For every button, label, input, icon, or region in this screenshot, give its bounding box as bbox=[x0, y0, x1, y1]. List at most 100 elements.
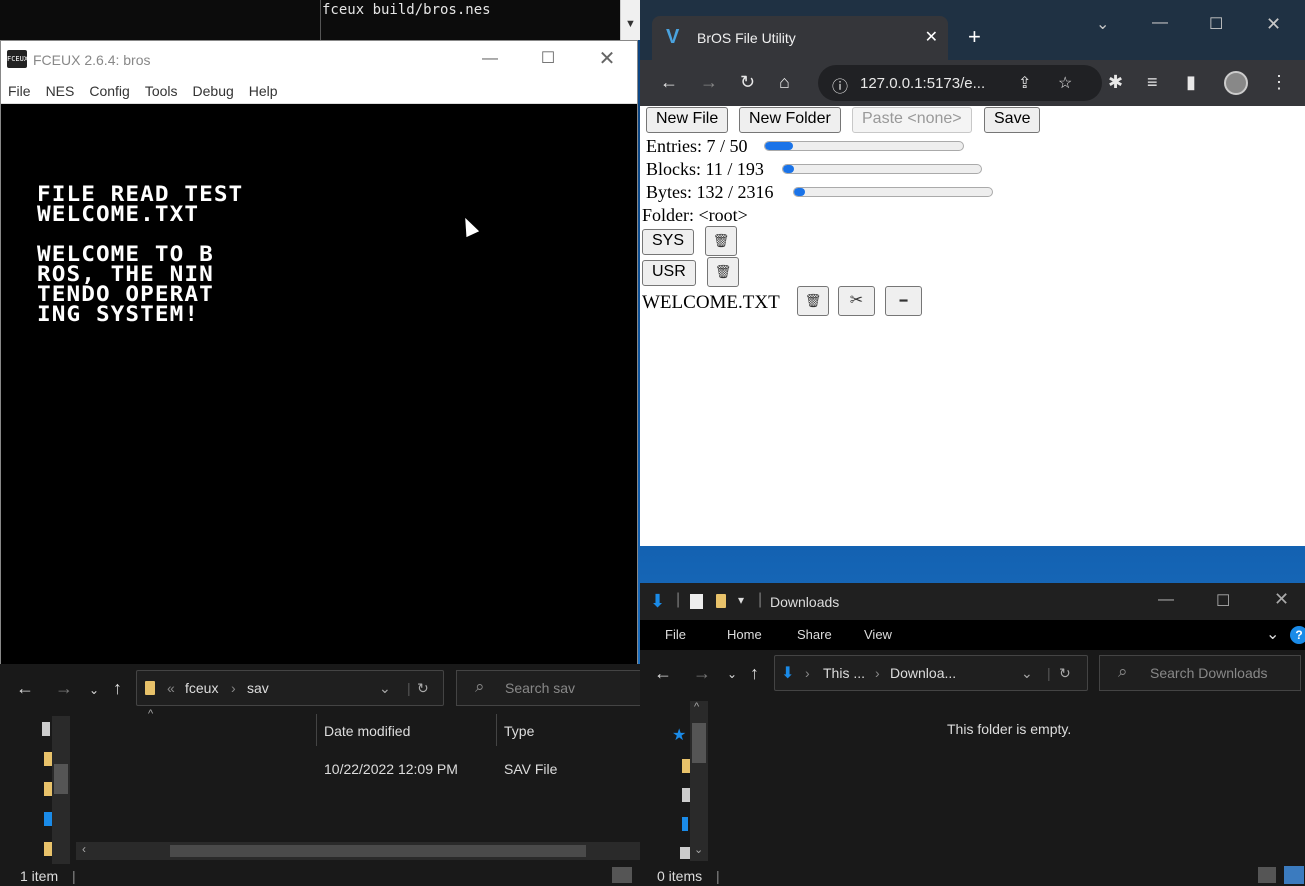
up-arrow-icon[interactable]: ↑ bbox=[113, 678, 122, 699]
horizontal-scrollbar[interactable]: ‹ bbox=[76, 842, 640, 860]
menu-nes[interactable]: NES bbox=[39, 78, 83, 103]
close-icon[interactable]: ✕ bbox=[578, 41, 636, 77]
url-text[interactable]: 127.0.0.1:5173/e... bbox=[860, 75, 985, 92]
scroll-thumb[interactable] bbox=[54, 764, 68, 794]
close-icon[interactable]: ✕ bbox=[1274, 589, 1289, 610]
ribbon-tab-view[interactable]: View bbox=[864, 627, 892, 642]
large-icons-view-icon[interactable] bbox=[1284, 866, 1304, 884]
scroll-down-icon[interactable]: ⌄ bbox=[694, 843, 703, 856]
search-input[interactable]: ⌕ Search Downloads bbox=[1099, 655, 1301, 691]
ribbon-tab-share[interactable]: Share bbox=[797, 627, 832, 642]
delete-sys-trash-icon[interactable]: 🗑 bbox=[705, 226, 737, 256]
ribbon-tab-file[interactable]: File bbox=[665, 627, 686, 642]
maximize-icon[interactable]: ☐ bbox=[1209, 14, 1223, 34]
minimize-icon[interactable]: — bbox=[1152, 14, 1168, 32]
menu-help[interactable]: Help bbox=[242, 78, 286, 103]
forward-arrow-icon[interactable]: → bbox=[700, 72, 718, 93]
minimize-icon[interactable]: — bbox=[1158, 591, 1174, 609]
search-input[interactable]: ⌕ Search sav bbox=[456, 670, 646, 706]
scroll-thumb[interactable] bbox=[692, 723, 706, 763]
fceux-window[interactable]: FCEUX FCEUX 2.6.4: bros — ☐ ✕ File NES C… bbox=[0, 40, 638, 664]
breadcrumb-overflow-icon[interactable]: « bbox=[167, 680, 175, 696]
folder-sys-button[interactable]: SYS bbox=[642, 229, 695, 255]
paste-button[interactable]: Paste <none> bbox=[852, 107, 972, 133]
menu-kebab-icon[interactable]: ⋮ bbox=[1270, 72, 1288, 93]
details-view-icon[interactable] bbox=[1258, 867, 1276, 883]
breadcrumb-this-pc[interactable]: This ... bbox=[823, 665, 865, 681]
bookmark-star-icon[interactable]: ☆ bbox=[1058, 73, 1072, 93]
folder-usr-button[interactable]: USR bbox=[642, 260, 696, 286]
side-panel-icon[interactable]: ▮ bbox=[1186, 72, 1196, 93]
ribbon-tab-home[interactable]: Home bbox=[727, 627, 762, 642]
cut-scissors-icon[interactable]: ✂ bbox=[838, 286, 875, 316]
omnibox[interactable]: ⓘ 127.0.0.1:5173/e... ⇪ ☆ bbox=[818, 65, 1102, 101]
new-folder-icon[interactable] bbox=[716, 594, 726, 608]
quick-access-dropdown-icon[interactable]: ▾ bbox=[738, 593, 744, 607]
close-icon[interactable]: ✕ bbox=[1266, 14, 1281, 35]
reload-icon[interactable]: ↻ bbox=[740, 72, 755, 93]
refresh-icon[interactable]: ↻ bbox=[417, 680, 429, 697]
scroll-up-icon[interactable]: ^ bbox=[694, 701, 699, 713]
media-controls-icon[interactable]: ≡ bbox=[1147, 72, 1158, 93]
site-info-icon[interactable]: ⓘ bbox=[832, 73, 848, 97]
chrome-window[interactable]: V BrOS File Utility ✕ + ⌄ — ☐ ✕ ← → ↻ ⌂ … bbox=[640, 0, 1305, 546]
properties-icon[interactable] bbox=[690, 594, 703, 609]
up-arrow-icon[interactable]: ↑ bbox=[750, 663, 759, 684]
fceux-titlebar[interactable]: FCEUX FCEUX 2.6.4: bros — ☐ ✕ bbox=[1, 41, 637, 78]
delete-usr-trash-icon[interactable]: 🗑 bbox=[707, 257, 739, 287]
chevron-down-icon[interactable]: ⌄ bbox=[1021, 665, 1033, 682]
column-separator[interactable] bbox=[496, 714, 497, 746]
maximize-icon[interactable]: ☐ bbox=[519, 41, 577, 77]
nav-pane-scrollbar[interactable] bbox=[52, 716, 70, 864]
row-type[interactable]: SAV File bbox=[504, 761, 557, 777]
scroll-left-icon[interactable]: ‹ bbox=[82, 842, 86, 856]
back-arrow-icon[interactable]: ← bbox=[660, 72, 678, 93]
scroll-thumb[interactable] bbox=[170, 845, 586, 857]
maximize-icon[interactable]: ☐ bbox=[1216, 591, 1230, 611]
share-icon[interactable]: ⇪ bbox=[1018, 73, 1031, 93]
breadcrumb-downloads[interactable]: Downloa... bbox=[890, 665, 956, 681]
home-icon[interactable]: ⌂ bbox=[779, 72, 790, 93]
column-header-type[interactable]: Type bbox=[504, 723, 534, 739]
recent-locations-icon[interactable]: ⌄ bbox=[89, 683, 99, 697]
terminal-window[interactable]: fceux build/bros.nes ▼ bbox=[0, 0, 640, 40]
terminal-scrollbar[interactable]: ▼ bbox=[620, 0, 640, 40]
address-bar[interactable]: ⬇ › This ... › Downloa... ⌄ | ↻ bbox=[774, 655, 1088, 691]
extensions-icon[interactable]: ✱ bbox=[1108, 72, 1123, 93]
menu-debug[interactable]: Debug bbox=[186, 78, 242, 103]
profile-avatar[interactable] bbox=[1224, 71, 1248, 95]
address-bar[interactable]: « fceux › sav ⌄ | ↻ bbox=[136, 670, 444, 706]
row-date[interactable]: 10/22/2022 12:09 PM bbox=[324, 761, 458, 777]
scroll-down-icon[interactable]: ▼ bbox=[625, 18, 636, 30]
nav-pane-scrollbar[interactable]: ^ ⌄ bbox=[690, 701, 708, 861]
recent-locations-icon[interactable]: ⌄ bbox=[727, 667, 737, 681]
help-icon[interactable]: ? bbox=[1290, 626, 1305, 644]
expand-ribbon-icon[interactable]: ⌄ bbox=[1266, 624, 1279, 644]
menu-file[interactable]: File bbox=[1, 78, 39, 103]
menu-tools[interactable]: Tools bbox=[138, 78, 186, 103]
back-arrow-icon[interactable]: ← bbox=[16, 678, 34, 699]
tab-search-icon[interactable]: ⌄ bbox=[1096, 14, 1109, 34]
refresh-icon[interactable]: ↻ bbox=[1059, 665, 1071, 682]
back-arrow-icon[interactable]: ← bbox=[654, 663, 672, 684]
downloads-titlebar[interactable]: ⬇ | ▾ | Downloads — ☐ ✕ bbox=[640, 583, 1305, 620]
explorer-downloads-window[interactable]: ⬇ | ▾ | Downloads — ☐ ✕ File Home Share … bbox=[640, 583, 1305, 886]
tab-close-icon[interactable]: ✕ bbox=[925, 27, 938, 47]
column-separator[interactable] bbox=[316, 714, 317, 746]
forward-arrow-icon[interactable]: → bbox=[693, 663, 711, 684]
browser-tab[interactable]: V BrOS File Utility ✕ bbox=[652, 16, 948, 60]
breadcrumb-sav[interactable]: sav bbox=[247, 680, 269, 696]
nes-screen[interactable]: FILE READ TEST WELCOME.TXT WELCOME TO B … bbox=[1, 104, 637, 664]
new-tab-icon[interactable]: + bbox=[968, 24, 981, 50]
chevron-down-icon[interactable]: ⌄ bbox=[379, 680, 391, 697]
breadcrumb-fceux[interactable]: fceux bbox=[185, 680, 218, 696]
new-folder-button[interactable]: New Folder bbox=[739, 107, 841, 133]
open-file-icon[interactable]: ━ bbox=[885, 286, 922, 316]
column-header-date[interactable]: Date modified bbox=[324, 723, 410, 739]
details-view-icon[interactable] bbox=[612, 867, 632, 883]
delete-file-trash-icon[interactable]: 🗑 bbox=[797, 286, 829, 316]
explorer-sav-window[interactable]: ← → ⌄ ↑ « fceux › sav ⌄ | ↻ ⌕ Search sav… bbox=[0, 664, 646, 886]
new-file-button[interactable]: New File bbox=[646, 107, 729, 133]
file-welcome-txt[interactable]: WELCOME.TXT bbox=[642, 292, 780, 314]
save-button[interactable]: Save bbox=[984, 107, 1041, 133]
